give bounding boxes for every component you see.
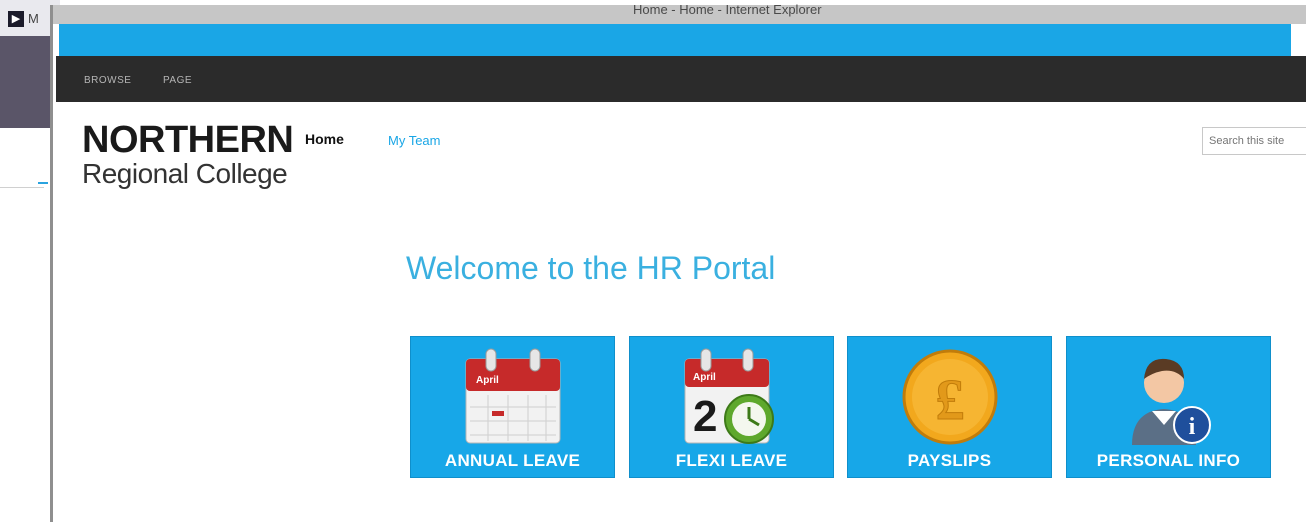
tile-annual-leave-label: ANNUAL LEAVE [444, 451, 581, 470]
calendar-month-label: April [693, 372, 716, 383]
ribbon-bar [56, 56, 1306, 102]
background-accent-mark [38, 182, 48, 184]
tile-payslips[interactable]: £ PAYSLIPS [847, 336, 1052, 478]
calendar-month-label: April [476, 375, 499, 386]
tile-annual-leave[interactable]: April ANNUAL LEAVE [410, 336, 615, 478]
browser-titlebar[interactable]: Home - Home - Internet Explorer [53, 2, 1306, 24]
tile-personal-info-label: PERSONAL INFO [1096, 451, 1241, 470]
tile-flexi-leave-label: FLEXI LEAVE [675, 451, 788, 470]
calendar-clock-icon: April 2 [684, 348, 774, 444]
user-info-icon: i [1131, 358, 1211, 445]
ribbon-tab-page[interactable]: PAGE [163, 75, 192, 86]
browser-title: Home - Home - Internet Explorer [633, 2, 822, 17]
app-icon: ▶ [8, 11, 24, 27]
tile-payslips-label: PAYSLIPS [907, 451, 992, 470]
nav-home-link[interactable]: Home [305, 131, 344, 147]
college-logo-title[interactable]: NORTHERN [82, 120, 294, 160]
calendar-digit: 2 [693, 392, 717, 441]
calendar-icon: April [465, 348, 560, 444]
background-window-title: M [28, 11, 39, 26]
nav-my-team-link[interactable]: My Team [388, 133, 441, 148]
college-logo-subtitle[interactable]: Regional College [82, 158, 288, 190]
tile-personal-info[interactable]: i PERSONAL INFO [1066, 336, 1271, 478]
ribbon-tab-browse[interactable]: BROWSE [84, 75, 131, 86]
page-title: Welcome to the HR Portal [406, 250, 776, 286]
pound-coin-icon: £ [902, 349, 997, 445]
info-symbol: i [1188, 414, 1195, 440]
background-divider [0, 187, 44, 188]
search-input[interactable] [1202, 127, 1306, 155]
tile-flexi-leave[interactable]: April 2 FLEXI LEAVE [629, 336, 834, 478]
pound-symbol: £ [935, 367, 964, 432]
